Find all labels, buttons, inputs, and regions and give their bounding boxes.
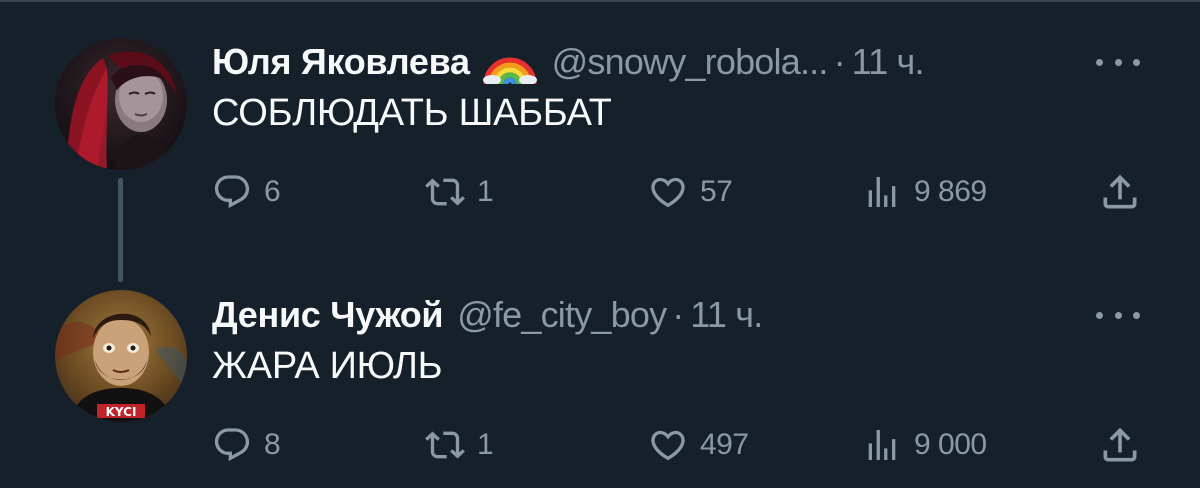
tweet-timestamp[interactable]: 11 ч. [852,41,925,83]
like-icon [648,425,688,465]
reply-count: 6 [264,175,281,208]
author-name[interactable]: Юля Яковлева [212,41,470,83]
like-button[interactable]: 57 [648,168,733,216]
tweet-timestamp[interactable]: 11 ч. [690,294,763,336]
retweet-button[interactable]: 1 [425,168,494,216]
avatar[interactable]: KYCI [55,290,187,422]
author-handle[interactable]: @snowy_robola... [552,41,829,83]
tweet[interactable]: Юля Яковлева @snowy_robola... · 11 ч. СО… [0,0,1200,282]
like-count: 57 [700,175,733,208]
views-icon [862,425,902,465]
author-handle[interactable]: @fe_city_boy [457,294,667,336]
retweet-count: 1 [477,175,494,208]
share-icon [1098,170,1142,214]
tweet[interactable]: KYCI Денис Чужой @fe_city_boy · 11 ч. ЖА… [0,244,1200,488]
separator-dot: · [672,294,685,335]
retweet-count: 1 [477,428,494,461]
tweet-text: СОБЛЮДАТЬ ШАББАТ [212,92,612,134]
retweet-icon [425,425,465,465]
author-name[interactable]: Денис Чужой [212,294,444,336]
views-icon [862,172,902,212]
retweet-icon [425,172,465,212]
avatar-shirt-text: KYCI [106,405,137,419]
more-icon[interactable] [1096,308,1140,322]
share-button[interactable] [1098,421,1142,469]
like-count: 497 [700,428,749,461]
views-count: 9 869 [914,175,987,208]
share-icon [1098,423,1142,467]
tweet-actions: 8 1 497 9 000 [0,421,1200,469]
tweet-header: Денис Чужой @fe_city_boy · 11 ч. [212,291,763,339]
tweet-header: Юля Яковлева @snowy_robola... · 11 ч. [212,38,925,86]
share-button[interactable] [1098,168,1142,216]
reply-button[interactable]: 8 [212,421,281,469]
views-button[interactable]: 9 000 [862,421,987,469]
tweet-text: ЖАРА ИЮЛЬ [212,345,443,387]
like-icon [648,172,688,212]
views-button[interactable]: 9 869 [862,168,987,216]
reply-count: 8 [264,428,281,461]
reply-button[interactable]: 6 [212,168,281,216]
reply-icon [212,172,252,212]
views-count: 9 000 [914,428,987,461]
more-icon[interactable] [1096,55,1140,69]
retweet-button[interactable]: 1 [425,421,494,469]
like-button[interactable]: 497 [648,421,749,469]
avatar[interactable] [55,38,187,170]
rainbow-emoji-badge [482,40,538,84]
separator-dot: · [833,41,846,82]
tweet-actions: 6 1 57 9 869 [0,168,1200,216]
reply-icon [212,425,252,465]
